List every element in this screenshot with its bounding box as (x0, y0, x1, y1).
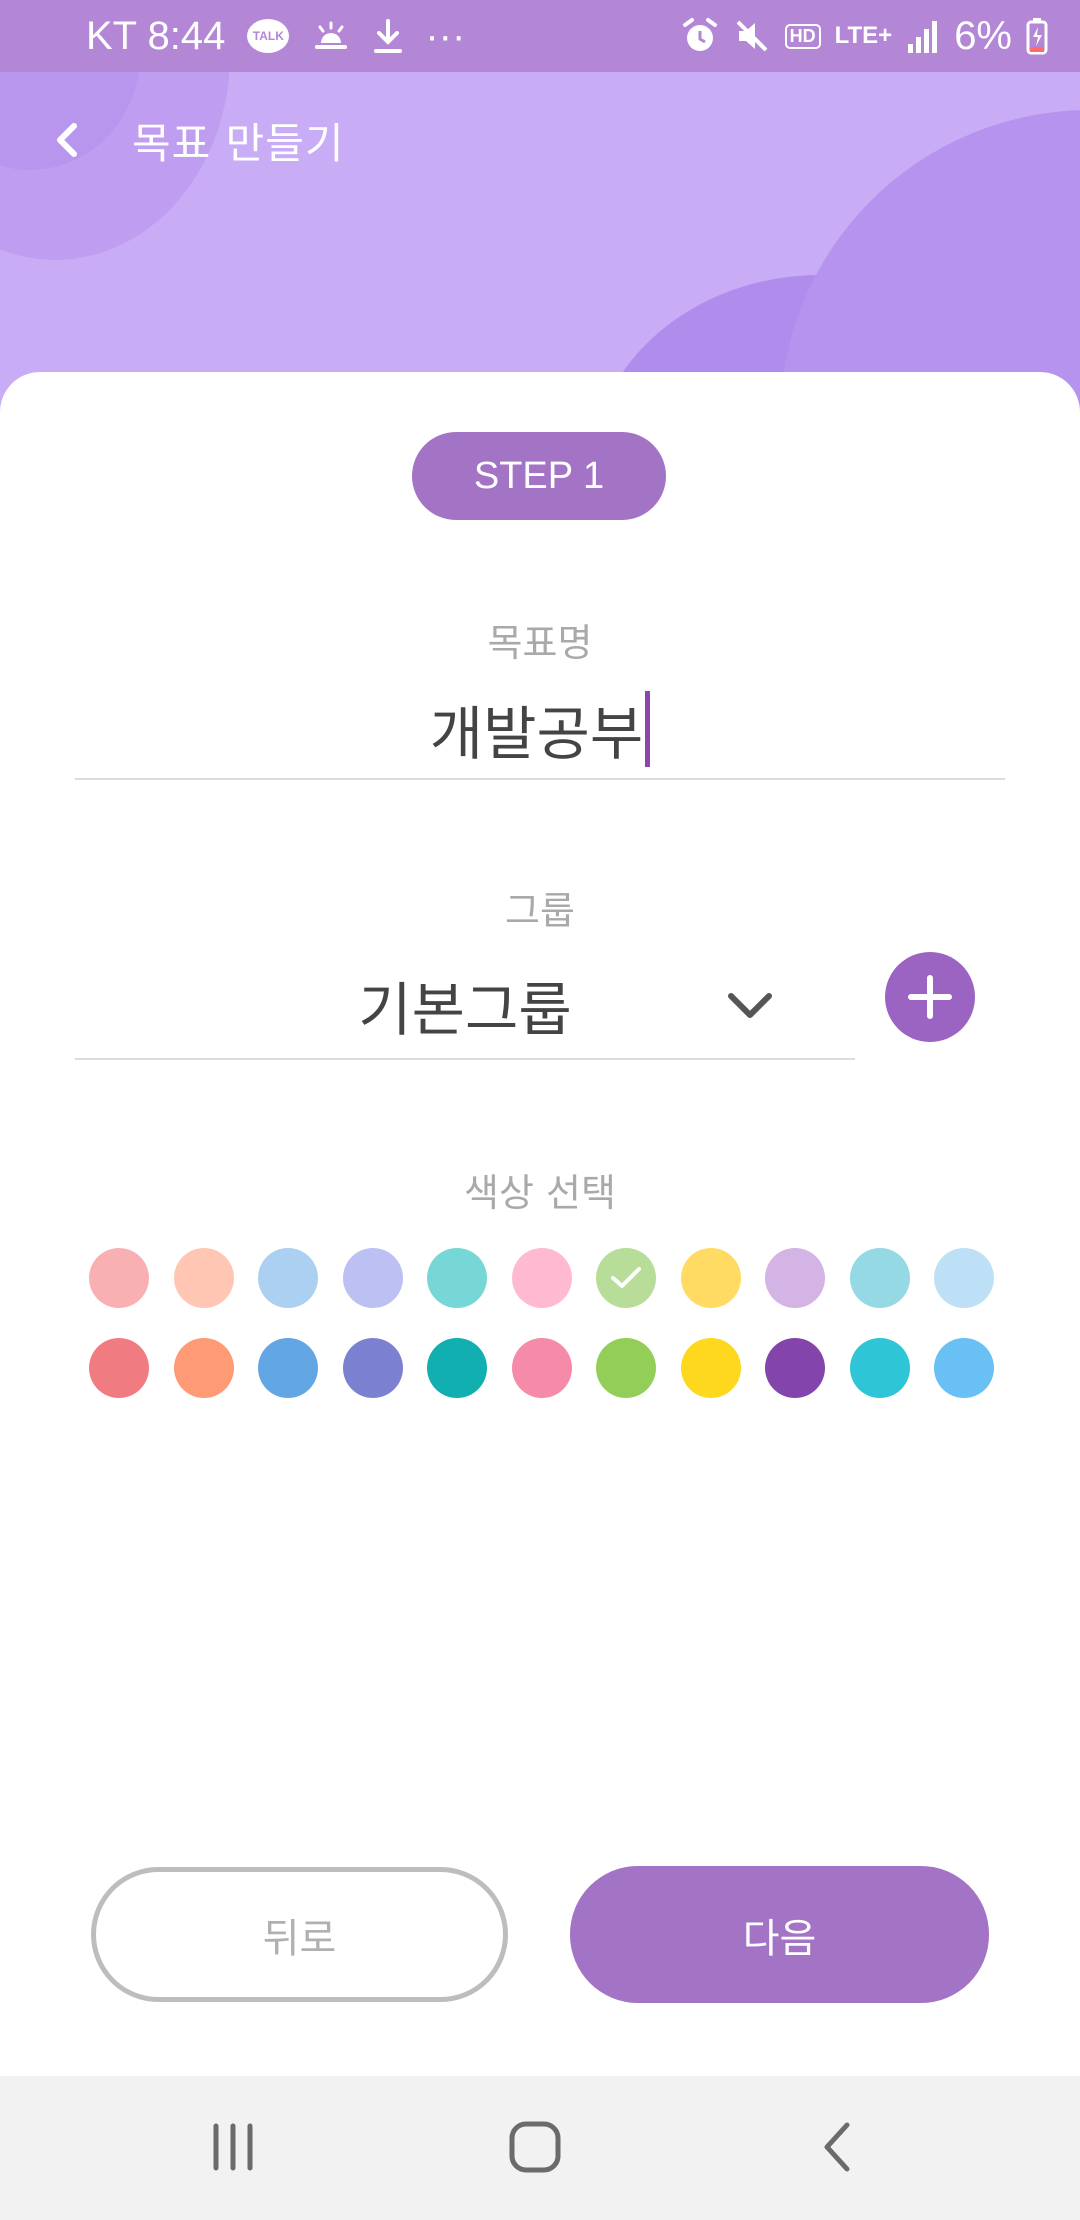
color-swatch[interactable] (680, 1338, 741, 1398)
battery-icon (1026, 17, 1048, 55)
color-swatch[interactable] (849, 1338, 910, 1398)
color-palette (89, 1248, 999, 1428)
download-icon (373, 18, 403, 54)
battery-percent: 6% (954, 13, 1012, 58)
chevron-left-icon (57, 123, 77, 157)
lte-icon: LTE+ (834, 22, 893, 49)
weather-icon (311, 19, 351, 53)
color-swatch[interactable] (680, 1248, 741, 1308)
page-title: 목표 만들기 (132, 118, 345, 168)
back-icon (824, 2122, 850, 2172)
color-swatch[interactable] (342, 1248, 403, 1308)
color-swatch-selected[interactable] (596, 1248, 656, 1308)
color-swatch[interactable] (258, 1338, 318, 1398)
system-navigation-bar (0, 2076, 1080, 2220)
next-button[interactable]: 다음 (570, 1866, 989, 2003)
color-swatch[interactable] (427, 1338, 487, 1398)
carrier-time: KT 8:44 (86, 13, 226, 58)
plus-icon (908, 975, 952, 1019)
group-dropdown[interactable]: 기본그룹 (75, 950, 855, 1060)
color-swatch[interactable] (511, 1338, 572, 1398)
chevron-down-icon (728, 993, 772, 1018)
step-badge: STEP 1 (412, 432, 666, 520)
group-label: 그룹 (505, 889, 575, 933)
color-swatch[interactable] (173, 1338, 234, 1398)
recent-apps-icon (213, 2123, 253, 2171)
check-icon (611, 1267, 641, 1288)
color-select-label: 색상 선택 (464, 1171, 616, 1215)
back-step-button[interactable]: 뒤로 (91, 1867, 508, 2002)
back-button[interactable] (32, 105, 102, 175)
alarm-icon (681, 17, 719, 55)
text-cursor (645, 691, 651, 767)
color-swatch[interactable] (89, 1338, 149, 1398)
more-icon: ··· (425, 13, 466, 58)
color-swatch[interactable] (849, 1248, 910, 1308)
mute-icon (733, 17, 771, 55)
status-bar: KT 8:44 TALK ··· HD LTE+ 6% (0, 0, 1080, 72)
color-swatch[interactable] (934, 1248, 994, 1308)
hd-voice-icon: HD (784, 23, 821, 49)
app-bar: 목표 만들기 (0, 100, 1080, 180)
kakaotalk-icon: TALK (247, 19, 290, 53)
color-swatch[interactable] (258, 1248, 318, 1308)
signal-icon (906, 18, 940, 54)
goal-name-value: 개발공부 (429, 700, 644, 768)
add-group-button[interactable] (885, 952, 975, 1042)
color-swatch[interactable] (765, 1338, 825, 1398)
form-card: STEP 1 목표명 개발공부 그룹 기본그룹 색상 선택 뒤로 다음 (0, 372, 1080, 2076)
home-button[interactable] (490, 2112, 580, 2182)
color-row (89, 1338, 999, 1398)
color-swatch[interactable] (427, 1248, 487, 1308)
color-swatch[interactable] (89, 1248, 149, 1308)
home-icon (509, 2121, 561, 2173)
goal-name-input[interactable]: 개발공부 (75, 680, 1005, 780)
color-swatch[interactable] (934, 1338, 994, 1398)
color-swatch[interactable] (173, 1248, 234, 1308)
system-back-button[interactable] (792, 2112, 882, 2182)
color-swatch[interactable] (511, 1248, 572, 1308)
color-swatch[interactable] (342, 1338, 403, 1398)
recent-apps-button[interactable] (188, 2112, 278, 2182)
goal-name-label: 목표명 (487, 621, 593, 665)
color-row (89, 1248, 999, 1308)
color-swatch[interactable] (596, 1338, 656, 1398)
color-swatch[interactable] (765, 1248, 825, 1308)
